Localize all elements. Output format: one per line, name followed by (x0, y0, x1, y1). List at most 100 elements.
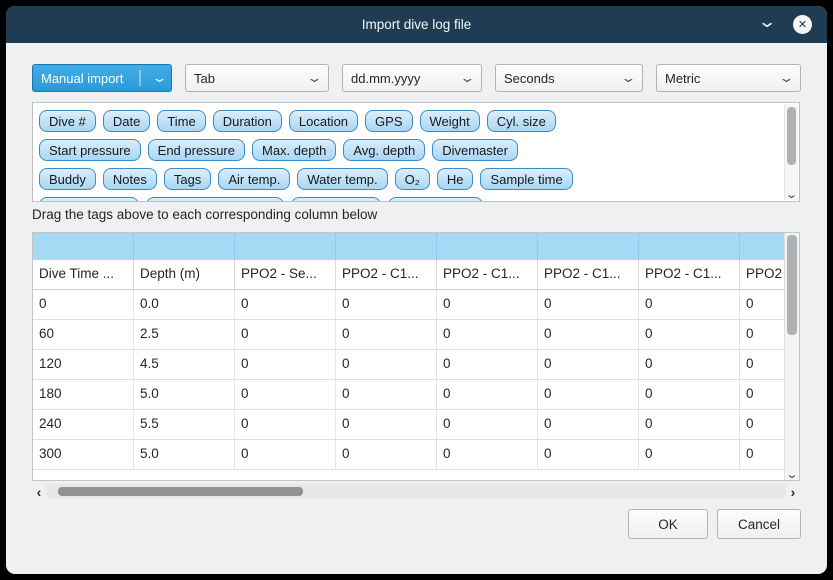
tag-row: Dive # Date Time Duration Location GPS Weight C… (33, 110, 783, 132)
drop-target-cell[interactable] (740, 233, 784, 260)
date-format-select[interactable]: dd.mm.yyyy ⌄ (342, 64, 482, 92)
table-row[interactable]: 1805.0000000 (33, 380, 784, 410)
tag-chip[interactable]: Time (157, 110, 205, 132)
table-cell: 0 (437, 440, 538, 469)
close-icon[interactable]: ✕ (793, 15, 812, 34)
drop-target-cell[interactable] (33, 233, 134, 260)
tag-chip[interactable]: Water temp. (297, 168, 387, 190)
tag-chip[interactable]: Sample pO₂ (291, 197, 381, 201)
tag-chip[interactable]: O₂ (395, 168, 430, 190)
horizontal-scrollbar[interactable]: ‹ › (32, 484, 800, 499)
scroll-down-icon[interactable]: ⌄ (782, 189, 800, 201)
chevron-down-icon: ⌄ (620, 70, 636, 86)
tag-chip[interactable]: Location (289, 110, 358, 132)
chevron-down-icon[interactable]: ⌄ (757, 10, 777, 34)
table-cell: 0.0 (134, 290, 235, 319)
field-separator-select[interactable]: Tab ⌄ (185, 64, 329, 92)
drop-target-cell[interactable] (336, 233, 437, 260)
tag-chip[interactable]: Tags (164, 168, 211, 190)
table-cell: 120 (33, 350, 134, 379)
table-cell: 300 (33, 440, 134, 469)
horizontal-scrollbar-thumb[interactable] (58, 487, 303, 496)
table-row[interactable]: 2405.5000000 (33, 410, 784, 440)
drop-target-cell[interactable] (437, 233, 538, 260)
drop-target-cell[interactable] (235, 233, 336, 260)
date-format-value: dd.mm.yyyy (351, 71, 455, 86)
table-cell: 0 (740, 440, 784, 469)
tag-chip[interactable]: Air temp. (218, 168, 290, 190)
tag-chip[interactable]: End pressure (148, 139, 245, 161)
ok-button[interactable]: OK (628, 509, 708, 539)
column-header: PPO2 - C1... (639, 260, 740, 289)
table-cell: 0 (740, 410, 784, 439)
table-cell: 0 (336, 320, 437, 349)
table-cell: 0 (538, 410, 639, 439)
tags-scrollbar-thumb[interactable] (787, 107, 796, 165)
table-cell: 0 (336, 350, 437, 379)
drop-target-cell[interactable] (538, 233, 639, 260)
table-cell: 0 (639, 410, 740, 439)
table-cell: 0 (437, 320, 538, 349)
table-cell: 2.5 (134, 320, 235, 349)
scroll-left-icon[interactable]: ‹ (32, 485, 46, 499)
table-cell: 0 (639, 320, 740, 349)
tag-chip[interactable]: Buddy (39, 168, 96, 190)
horizontal-scrollbar-track[interactable] (46, 484, 786, 499)
duration-format-select[interactable]: Seconds ⌄ (495, 64, 643, 92)
chevron-down-icon: ⌄ (306, 70, 322, 86)
tag-chip[interactable]: Max. depth (252, 139, 336, 161)
column-header: PPO2 - C1... (336, 260, 437, 289)
options-row: Manual import ⌄ Tab ⌄ dd.mm.yyyy ⌄ Secon… (32, 64, 801, 92)
tag-chip[interactable]: Sample time (480, 168, 572, 190)
units-select[interactable]: Metric ⌄ (656, 64, 801, 92)
tag-chip[interactable]: GPS (365, 110, 412, 132)
chevron-down-icon: ⌄ (459, 70, 475, 86)
table-body: 00.0000000602.50000001204.50000001805.00… (33, 290, 784, 470)
tag-chip[interactable]: Notes (103, 168, 157, 190)
titlebar[interactable]: Import dive log file ⌄ ✕ (6, 6, 827, 43)
instruction-label: Drag the tags above to each correspondin… (32, 207, 377, 222)
column-header: PPO2 - Se... (235, 260, 336, 289)
table-row[interactable]: 1204.5000000 (33, 350, 784, 380)
table-cell: 60 (33, 320, 134, 349)
chevron-down-icon: ⌄ (139, 70, 167, 86)
field-separator-value: Tab (194, 71, 302, 86)
tag-chip[interactable]: Date (103, 110, 150, 132)
tag-chip[interactable]: Dive # (39, 110, 96, 132)
table-header-row: Dive Time ...Depth (m)PPO2 - Se...PPO2 -… (33, 260, 784, 290)
tag-chip[interactable]: Weight (420, 110, 480, 132)
import-mode-select[interactable]: Manual import ⌄ (32, 64, 172, 92)
tag-chip[interactable]: Start pressure (39, 139, 141, 161)
tags-scrollbar[interactable]: ⌄ (784, 104, 798, 200)
tag-chip[interactable]: Divemaster (432, 139, 518, 161)
drop-target-cell[interactable] (134, 233, 235, 260)
tag-chip[interactable]: Sample depth (39, 197, 139, 201)
table-cell: 0 (336, 440, 437, 469)
table-cell: 5.5 (134, 410, 235, 439)
table-cell: 0 (538, 380, 639, 409)
table-cell: 0 (235, 350, 336, 379)
table-row[interactable]: 00.0000000 (33, 290, 784, 320)
tag-chip[interactable]: Cyl. size (487, 110, 556, 132)
table-cell: 0 (437, 380, 538, 409)
table-cell: 0 (639, 440, 740, 469)
table-row[interactable]: 3005.0000000 (33, 440, 784, 470)
column-drop-row (33, 233, 784, 260)
table-row[interactable]: 602.5000000 (33, 320, 784, 350)
tag-rows: Dive # Date Time Duration Location GPS Weight C… (33, 103, 783, 201)
tag-chip[interactable]: Sample temperature (146, 197, 284, 201)
drop-target-cell[interactable] (639, 233, 740, 260)
table-scrollbar[interactable]: ⌄ (784, 233, 799, 480)
tag-chip[interactable]: He (437, 168, 474, 190)
scroll-right-icon[interactable]: › (786, 485, 800, 499)
units-value: Metric (665, 71, 774, 86)
scroll-down-icon[interactable]: ⌄ (782, 469, 802, 481)
tag-chip[interactable]: Avg. depth (343, 139, 425, 161)
table-scrollbar-thumb[interactable] (787, 235, 797, 335)
tag-chip[interactable]: Duration (213, 110, 282, 132)
cancel-button[interactable]: Cancel (717, 509, 801, 539)
tag-chip[interactable]: Sample CNS (388, 197, 483, 201)
table-cell: 0 (437, 350, 538, 379)
table-cell: 0 (336, 290, 437, 319)
tags-panel: Dive # Date Time Duration Location GPS Weight C… (32, 102, 800, 202)
